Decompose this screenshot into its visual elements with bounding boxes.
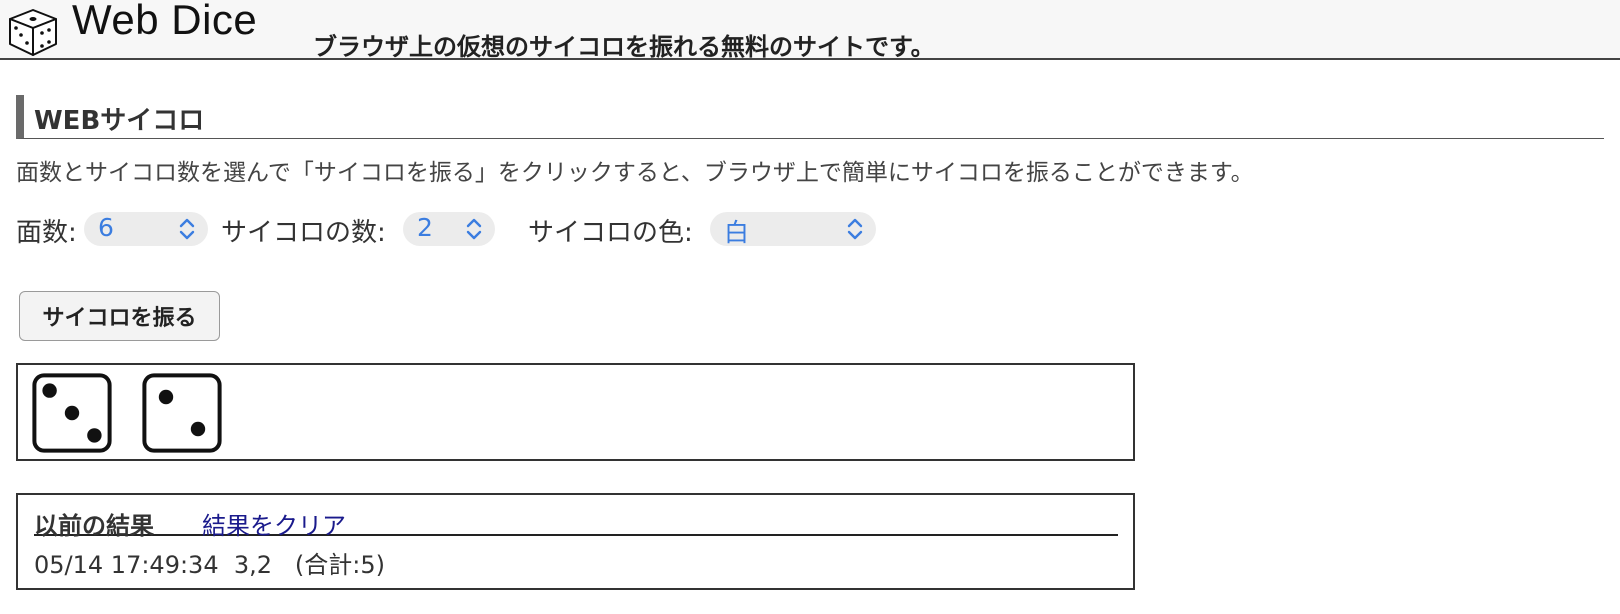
die-face bbox=[32, 373, 112, 453]
roll-dice-button[interactable]: サイコロを振る bbox=[19, 291, 220, 341]
die-pip bbox=[42, 383, 57, 398]
clear-results-link[interactable]: 結果をクリア bbox=[202, 506, 346, 541]
history-header: 以前の結果 結果をクリア bbox=[34, 510, 1118, 540]
dice-result-area bbox=[16, 363, 1135, 461]
chevron-up-down-icon bbox=[466, 218, 482, 240]
count-label: サイコロの数: bbox=[221, 218, 386, 248]
site-tagline: ブラウザ上の仮想のサイコロを振れる無料のサイトです。 bbox=[313, 33, 935, 61]
section-description: 面数とサイコロ数を選んで「サイコロを振る」をクリックすると、ブラウザ上で簡単にサ… bbox=[16, 160, 1254, 186]
section-heading-text: WEBサイコロ bbox=[34, 106, 205, 136]
color-select-value: 白 bbox=[724, 218, 750, 247]
faces-select[interactable]: 6 bbox=[84, 212, 208, 246]
count-select[interactable]: 2 bbox=[403, 212, 495, 246]
history-title: 以前の結果 bbox=[34, 512, 154, 540]
die-face bbox=[142, 373, 222, 453]
chevron-up-down-icon bbox=[179, 218, 195, 240]
history-entry: 05/14 17:49:34 3,2 (合計:5) bbox=[34, 551, 385, 579]
die-pip bbox=[87, 428, 102, 443]
die-pip bbox=[158, 389, 174, 405]
history-panel: 以前の結果 結果をクリア 05/14 17:49:34 3,2 (合計:5) bbox=[16, 493, 1135, 590]
count-select-value: 2 bbox=[417, 213, 433, 242]
app-title: Web Dice bbox=[72, 0, 258, 43]
faces-label: 面数: bbox=[16, 218, 77, 248]
chevron-up-down-icon bbox=[847, 218, 863, 240]
dice-icon bbox=[9, 9, 57, 56]
section-heading: WEBサイコロ bbox=[16, 95, 1604, 139]
faces-select-value: 6 bbox=[98, 213, 114, 242]
color-select[interactable]: 白 bbox=[710, 212, 876, 247]
die-pip bbox=[190, 421, 206, 437]
site-header: Web Dice ブラウザ上の仮想のサイコロを振れる無料のサイトです。 bbox=[0, 0, 1620, 61]
die-pip bbox=[64, 405, 80, 421]
color-label: サイコロの色: bbox=[528, 218, 693, 248]
